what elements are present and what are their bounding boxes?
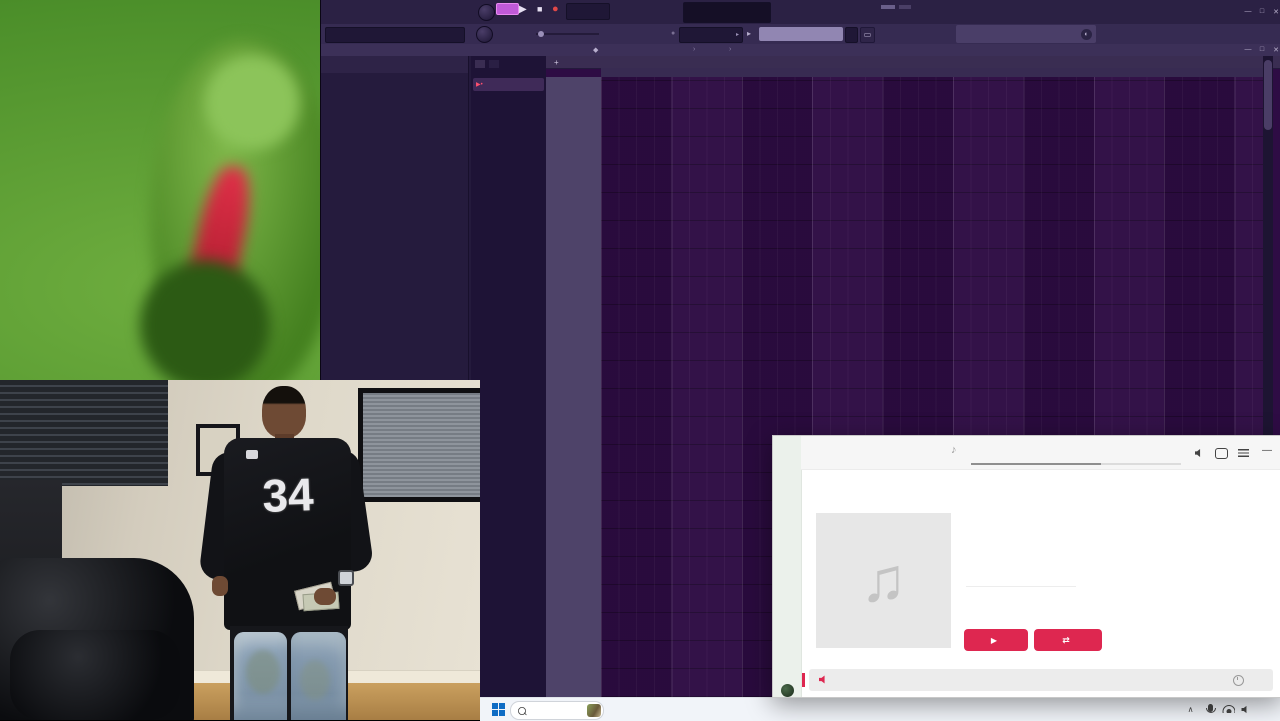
desktop-icon-grid xyxy=(0,0,320,380)
taskbar: ∧ xyxy=(480,697,1280,721)
lock-icon: ● xyxy=(671,30,676,37)
jersey-logo-patch xyxy=(246,450,258,459)
shuffle-slider[interactable] xyxy=(536,31,599,37)
media-minimize-button[interactable]: — xyxy=(1259,442,1275,458)
playlist-minimize-button[interactable]: — xyxy=(1243,46,1253,53)
jeans-stain xyxy=(246,650,280,694)
record-button[interactable]: ● xyxy=(552,3,559,15)
media-titlebar: ♪ — □ xyxy=(801,436,1280,470)
jeans-stain2 xyxy=(300,660,330,700)
mini-progress-track[interactable] xyxy=(971,463,1181,465)
fl-titlebar: ▶ ■ ● — □ ✕ xyxy=(321,0,1280,25)
search-highlight-image[interactable] xyxy=(587,704,601,717)
title-underline xyxy=(966,586,1076,587)
add-pattern-button[interactable] xyxy=(845,27,858,43)
hint-bar xyxy=(325,27,465,43)
picker-tab-strip xyxy=(475,60,541,68)
channel-step-button[interactable]: ▸ xyxy=(747,29,751,38)
duration-clock-icon xyxy=(1233,675,1244,686)
fl-close-button[interactable]: ✕ xyxy=(1271,8,1280,16)
shuffle-album-button[interactable]: ⇄ xyxy=(1034,629,1102,651)
fullscreen-preview-icon[interactable]: ▭ xyxy=(860,27,875,43)
play-album-button[interactable]: ▶ xyxy=(964,629,1028,651)
volume-icon[interactable] xyxy=(1191,445,1207,461)
picker-play-icon[interactable]: ▶• xyxy=(473,81,486,88)
track-row[interactable] xyxy=(809,669,1273,691)
album-art-placeholder: ♫ xyxy=(816,513,951,648)
selected-track-bar xyxy=(802,673,805,687)
album-note-icon: ♫ xyxy=(860,546,907,615)
time-display-panel xyxy=(683,2,771,23)
video-window[interactable]: 34 xyxy=(0,380,480,720)
playlist-icon: ◆ xyxy=(593,47,599,54)
cpu-bars xyxy=(881,5,933,9)
scrollbar-thumb[interactable] xyxy=(1264,60,1272,130)
fl-panel-header-row: ◆ › › — □ ✕ xyxy=(321,44,1280,56)
jersey-number: 34 xyxy=(261,468,315,522)
browser-tabs xyxy=(321,56,468,73)
mini-progress-fill xyxy=(971,463,1102,465)
pattern-selector-value xyxy=(759,27,843,28)
pat-song-toggle[interactable] xyxy=(496,3,519,15)
tray-volume-icon[interactable] xyxy=(1235,699,1256,719)
stop-button[interactable]: ■ xyxy=(537,4,542,14)
hint-text xyxy=(326,28,464,30)
update-notification[interactable]: ◐ xyxy=(956,25,1096,43)
memory-meter xyxy=(881,3,933,19)
search-box[interactable] xyxy=(510,701,604,720)
playing-speaker-icon xyxy=(819,675,825,684)
channel-selector-arrow-icon: ▸ xyxy=(735,32,739,38)
person-head xyxy=(262,386,306,438)
media-sidebar xyxy=(773,436,802,697)
tray-chevron-icon[interactable]: ∧ xyxy=(1180,699,1201,719)
windows-logo-icon xyxy=(492,702,505,716)
add-track-button[interactable]: + xyxy=(554,58,559,67)
search-icon xyxy=(518,706,526,715)
breadcrumb-arrow: › xyxy=(693,46,696,53)
fl-maximize-button[interactable]: □ xyxy=(1257,8,1267,15)
pattern-picker-panel: ▶• xyxy=(471,56,547,697)
master-pitch-knob[interactable] xyxy=(476,26,493,43)
fl-toolbar-row2: ● ▸ ▸ ▭ ◐ xyxy=(321,24,1280,45)
play-icon: ▶ xyxy=(990,635,998,645)
start-button[interactable] xyxy=(488,699,509,719)
tempo-display[interactable] xyxy=(566,3,610,20)
picker-pattern-row[interactable]: ▶• xyxy=(473,78,544,91)
account-avatar[interactable] xyxy=(781,684,794,697)
play-button[interactable]: ▶ xyxy=(519,4,527,15)
slider-thumb[interactable] xyxy=(538,31,544,37)
breadcrumb-arrow2: › xyxy=(729,46,732,53)
media-player-window: ♪ — □ ♫ ▶ ⇄ xyxy=(772,435,1280,698)
person-wristwatch xyxy=(338,570,354,586)
media-maximize-button[interactable]: □ xyxy=(1275,442,1280,458)
person-hand-left xyxy=(212,576,228,596)
now-playing-note-icon: ♪ xyxy=(951,444,957,456)
notification-globe-icon[interactable]: ◐ xyxy=(1081,28,1092,40)
track-header-column xyxy=(546,77,601,697)
channel-selector[interactable]: ▸ xyxy=(679,27,743,43)
playlist-close-button[interactable]: ✕ xyxy=(1271,46,1280,54)
chair-cushion xyxy=(10,630,180,720)
shuffle-icon: ⇄ xyxy=(1062,634,1070,645)
pattern-selector[interactable] xyxy=(759,27,843,41)
person-hand xyxy=(314,588,336,605)
main-volume-knob[interactable] xyxy=(478,4,495,21)
fl-minimize-button[interactable]: — xyxy=(1243,8,1253,15)
lyrics-icon[interactable] xyxy=(1213,445,1229,461)
playlist-maximize-button[interactable]: □ xyxy=(1257,46,1267,53)
queue-icon[interactable] xyxy=(1235,445,1251,461)
